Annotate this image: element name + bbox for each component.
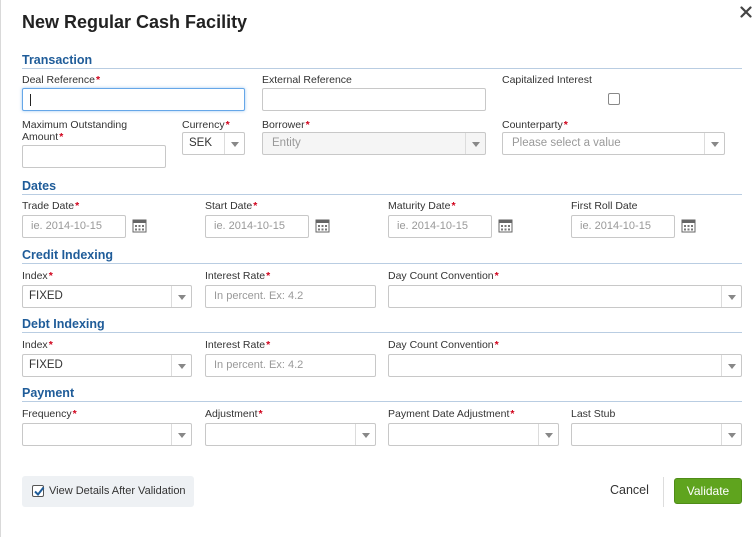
counterparty-select[interactable]: Please select a value bbox=[502, 132, 725, 155]
maturity-date-label: Maturity Date* bbox=[388, 200, 456, 212]
credit-interest-rate-input[interactable]: In percent. Ex: 4.2 bbox=[205, 285, 376, 308]
max-outstanding-input[interactable] bbox=[22, 145, 166, 168]
debt-interest-rate-label: Interest Rate* bbox=[205, 339, 271, 351]
credit-index-label: Index* bbox=[22, 270, 53, 282]
section-heading-payment: Payment bbox=[22, 386, 75, 400]
section-divider bbox=[22, 194, 742, 195]
section-divider bbox=[22, 68, 742, 69]
chevron-down-icon bbox=[224, 133, 244, 154]
currency-label: Currency* bbox=[182, 119, 230, 131]
credit-day-count-label: Day Count Convention* bbox=[388, 270, 499, 282]
currency-select[interactable]: SEK bbox=[182, 132, 245, 155]
debt-index-select[interactable]: FIXED bbox=[22, 354, 192, 377]
dialog-title: New Regular Cash Facility bbox=[22, 12, 248, 32]
chevron-down-icon bbox=[721, 355, 741, 376]
payment-date-adjustment-select[interactable] bbox=[388, 423, 559, 446]
debt-day-count-select[interactable] bbox=[388, 354, 742, 377]
close-icon[interactable] bbox=[740, 6, 752, 18]
chevron-down-icon bbox=[355, 424, 375, 445]
trade-date-input[interactable]: ie. 2014-10-15 bbox=[22, 215, 126, 238]
view-details-label: View Details After Validation bbox=[49, 485, 186, 497]
payment-date-adjustment-label: Payment Date Adjustment* bbox=[388, 408, 515, 420]
first-roll-date-input[interactable]: ie. 2014-10-15 bbox=[571, 215, 675, 238]
credit-index-select[interactable]: FIXED bbox=[22, 285, 192, 308]
cancel-button[interactable]: Cancel bbox=[610, 483, 649, 497]
chevron-down-icon bbox=[171, 424, 191, 445]
calendar-icon[interactable] bbox=[498, 218, 513, 233]
chevron-down-icon bbox=[704, 133, 724, 154]
section-divider bbox=[22, 401, 742, 402]
external-reference-input[interactable] bbox=[262, 88, 486, 111]
deal-reference-label: Deal Reference* bbox=[22, 74, 101, 86]
chevron-down-icon bbox=[171, 355, 191, 376]
view-details-checkbox[interactable] bbox=[32, 485, 45, 497]
section-divider bbox=[22, 263, 742, 264]
max-outstanding-label: Maximum Outstanding Amount* bbox=[22, 119, 128, 143]
start-date-label: Start Date* bbox=[205, 200, 258, 212]
checkmark-icon bbox=[34, 486, 45, 497]
last-stub-label: Last Stub bbox=[571, 408, 616, 420]
last-stub-select[interactable] bbox=[571, 423, 742, 446]
capitalized-interest-checkbox[interactable] bbox=[608, 93, 620, 105]
frequency-label: Frequency* bbox=[22, 408, 77, 420]
frequency-select[interactable] bbox=[22, 423, 192, 446]
counterparty-label: Counterparty* bbox=[502, 119, 568, 131]
debt-index-label: Index* bbox=[22, 339, 53, 351]
debt-interest-rate-input[interactable]: In percent. Ex: 4.2 bbox=[205, 354, 376, 377]
maturity-date-input[interactable]: ie. 2014-10-15 bbox=[388, 215, 492, 238]
section-heading-dates: Dates bbox=[22, 179, 57, 193]
new-facility-dialog: New Regular Cash Facility Transaction De… bbox=[0, 0, 756, 537]
chevron-down-icon bbox=[171, 286, 191, 307]
view-details-toggle[interactable]: View Details After Validation bbox=[22, 476, 194, 507]
start-date-input[interactable]: ie. 2014-10-15 bbox=[205, 215, 309, 238]
borrower-label: Borrower* bbox=[262, 119, 310, 131]
borrower-select[interactable]: Entity bbox=[262, 132, 486, 155]
credit-interest-rate-label: Interest Rate* bbox=[205, 270, 271, 282]
external-reference-label: External Reference bbox=[262, 74, 352, 86]
calendar-icon[interactable] bbox=[681, 218, 696, 233]
trade-date-label: Trade Date* bbox=[22, 200, 80, 212]
credit-day-count-select[interactable] bbox=[388, 285, 742, 308]
calendar-icon[interactable] bbox=[132, 218, 147, 233]
chevron-down-icon bbox=[721, 424, 741, 445]
adjustment-select[interactable] bbox=[205, 423, 376, 446]
adjustment-label: Adjustment* bbox=[205, 408, 263, 420]
chevron-down-icon bbox=[721, 286, 741, 307]
calendar-icon[interactable] bbox=[315, 218, 330, 233]
validate-button[interactable]: Validate bbox=[674, 478, 742, 504]
section-heading-debt-indexing: Debt Indexing bbox=[22, 317, 105, 331]
debt-day-count-label: Day Count Convention* bbox=[388, 339, 499, 351]
section-divider bbox=[22, 332, 742, 333]
footer-divider bbox=[663, 477, 664, 507]
section-heading-credit-indexing: Credit Indexing bbox=[22, 248, 113, 262]
deal-reference-input[interactable] bbox=[22, 88, 245, 111]
first-roll-date-label: First Roll Date bbox=[571, 200, 638, 212]
chevron-down-icon bbox=[465, 133, 485, 154]
section-heading-transaction: Transaction bbox=[22, 53, 93, 67]
chevron-down-icon bbox=[538, 424, 558, 445]
capitalized-interest-label: Capitalized Interest bbox=[502, 74, 592, 86]
